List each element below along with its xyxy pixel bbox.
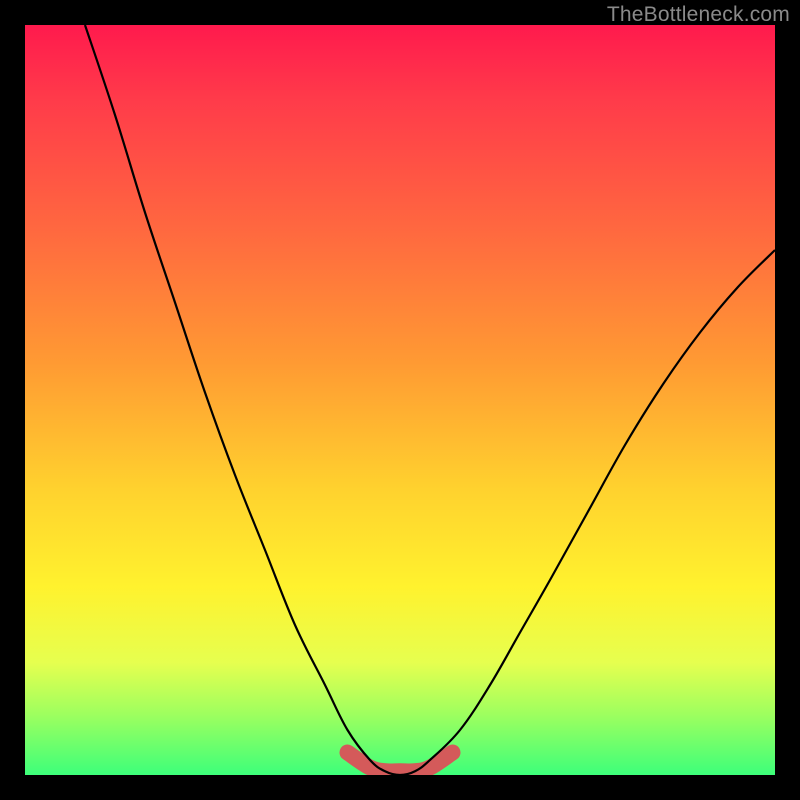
plot-gradient-area	[25, 25, 775, 775]
chart-frame: TheBottleneck.com	[0, 0, 800, 800]
curve-layer	[25, 25, 775, 775]
bottleneck-curve	[85, 25, 775, 775]
watermark-text: TheBottleneck.com	[607, 3, 790, 27]
